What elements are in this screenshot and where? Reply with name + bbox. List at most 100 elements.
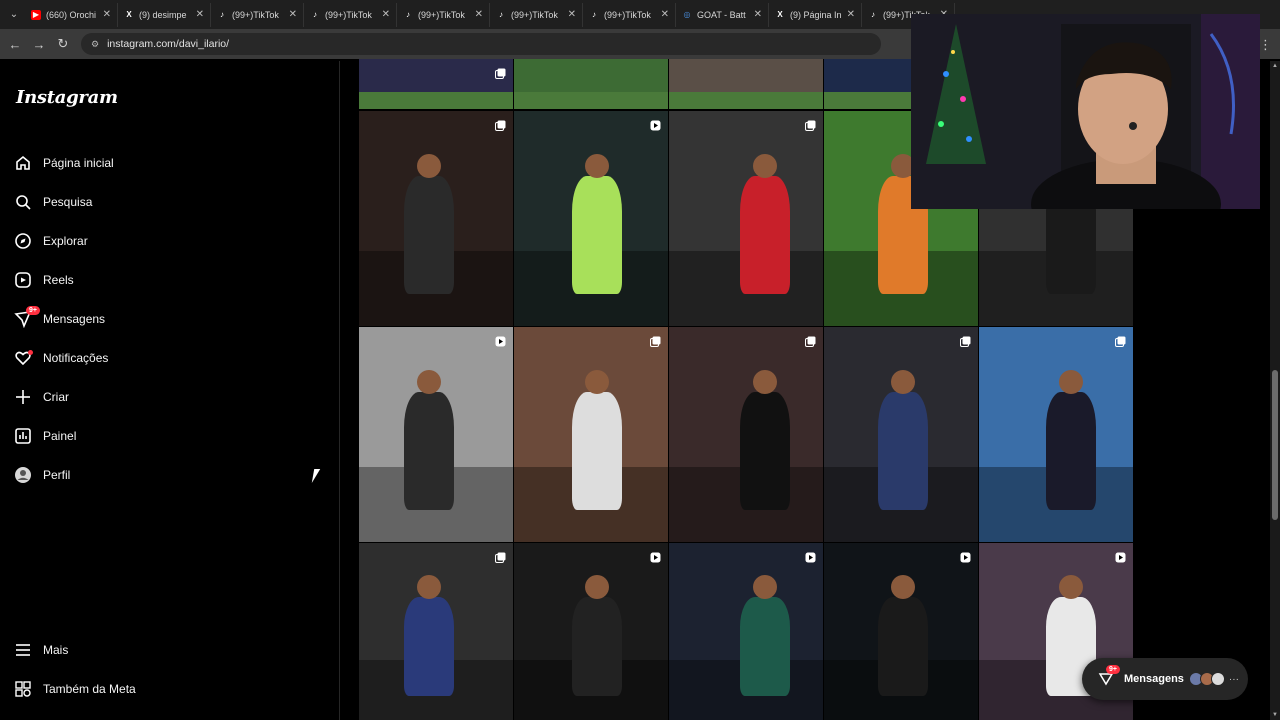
messages-avatars: [1188, 672, 1225, 686]
tab-title: (9) desimpe: [139, 9, 187, 20]
page-scrollbar[interactable]: ▲ ▼: [1270, 61, 1280, 720]
post-thumbnail[interactable]: [979, 327, 1133, 542]
tab-title: (99+)TikTok: [511, 9, 558, 20]
nav-label: Criar: [43, 390, 69, 404]
instagram-sidebar: Instagram Página inicial Pesquisa Explorar…: [0, 61, 340, 720]
browser-tab[interactable]: ♪ (99+)TikTok ✕: [490, 2, 583, 27]
tiktok-icon: ♪: [499, 10, 503, 19]
post-thumbnail[interactable]: [514, 59, 668, 109]
tab-title: (99+)TikTok: [604, 9, 651, 20]
nav-explore[interactable]: Explorar: [14, 229, 88, 253]
post-thumbnail[interactable]: [514, 543, 668, 720]
nav-profile[interactable]: Perfil: [14, 463, 70, 487]
tab-title: (660) Orochi: [46, 9, 97, 20]
site-info-icon[interactable]: ⚙: [91, 39, 99, 50]
carousel-icon: [805, 118, 816, 131]
nav-home[interactable]: Página inicial: [14, 151, 114, 175]
back-arrow-icon[interactable]: ←: [3, 37, 27, 52]
instagram-logo[interactable]: Instagram: [16, 87, 118, 108]
close-tab-icon[interactable]: ✕: [847, 9, 855, 20]
carousel-icon: [960, 334, 971, 347]
browser-tab[interactable]: ▶ (660) Orochi ✕: [25, 2, 118, 27]
post-thumbnail[interactable]: [359, 59, 513, 109]
reels-icon: [14, 271, 32, 289]
browser-tab[interactable]: ♪ (99+)TikTok ✕: [583, 2, 676, 27]
close-tab-icon[interactable]: ✕: [754, 9, 762, 20]
reel-icon: [1115, 550, 1126, 563]
carousel-icon: [650, 334, 661, 347]
post-thumbnail[interactable]: [669, 327, 823, 542]
scroll-down-icon[interactable]: ▼: [1272, 712, 1278, 718]
menu-icon: [14, 641, 32, 659]
browser-tab[interactable]: ♪ (99+)TikTok ✕: [304, 2, 397, 27]
tab-search-chevron-icon[interactable]: ⌄: [3, 5, 25, 25]
reload-icon[interactable]: ↻: [51, 36, 75, 52]
tab-title: GOAT - Batt: [697, 9, 746, 20]
nav-label: Também da Meta: [43, 682, 136, 696]
nav-search[interactable]: Pesquisa: [14, 190, 92, 214]
meta-icon: [14, 680, 32, 698]
nav-label: Mais: [43, 643, 69, 657]
tiktok-icon: ♪: [313, 10, 317, 19]
nav-create[interactable]: Criar: [14, 385, 69, 409]
scrollbar-thumb[interactable]: [1272, 370, 1278, 520]
nav-label: Perfil: [43, 468, 71, 482]
scroll-up-icon[interactable]: ▲: [1272, 63, 1278, 69]
post-thumbnail[interactable]: [669, 543, 823, 720]
post-thumbnail[interactable]: [824, 327, 978, 542]
nav-label: Pesquisa: [43, 195, 93, 209]
post-thumbnail[interactable]: [669, 111, 823, 326]
close-tab-icon[interactable]: ✕: [289, 9, 297, 20]
reel-icon: [650, 550, 661, 563]
messages-label: Mensagens: [1124, 673, 1184, 685]
close-tab-icon[interactable]: ✕: [196, 9, 204, 20]
nav-reels[interactable]: Reels: [14, 268, 74, 292]
tab-title: (99+)TikTok: [418, 9, 465, 20]
url-text: instagram.com/davi_ilario/: [107, 38, 230, 50]
post-thumbnail[interactable]: [514, 111, 668, 326]
more-dots-icon: ···: [1228, 673, 1239, 685]
nav-notifications[interactable]: Notificações: [14, 346, 108, 370]
post-thumbnail[interactable]: [669, 59, 823, 109]
reel-icon: [650, 118, 661, 131]
messages-floating-button[interactable]: 9+ Mensagens ···: [1082, 658, 1248, 700]
heart-icon: [14, 349, 33, 367]
close-tab-icon[interactable]: ✕: [475, 9, 483, 20]
nav-messages[interactable]: 9+ Mensagens: [14, 306, 106, 331]
browser-tab[interactable]: ♪ (99+)TikTok ✕: [211, 2, 304, 27]
browser-tab[interactable]: X (9) Página In ✕: [769, 2, 862, 27]
nav-label: Mensagens: [43, 312, 106, 326]
notification-dot: [28, 350, 33, 355]
close-tab-icon[interactable]: ✕: [103, 9, 111, 20]
nav-more[interactable]: Mais: [14, 638, 68, 662]
close-tab-icon[interactable]: ✕: [568, 9, 576, 20]
nav-also-from-meta[interactable]: Também da Meta: [14, 677, 136, 701]
url-field[interactable]: ⚙ instagram.com/davi_ilario/: [81, 33, 881, 55]
browser-menu-icon[interactable]: ⋮: [1259, 37, 1272, 53]
post-thumbnail[interactable]: [514, 327, 668, 542]
tab-title: (99+)TikTok: [232, 9, 279, 20]
webcam-image: [911, 14, 1260, 209]
post-thumbnail[interactable]: [359, 327, 513, 542]
browser-tab[interactable]: ◎ GOAT - Batt ✕: [676, 2, 769, 27]
tiktok-icon: ♪: [406, 10, 410, 19]
search-icon: [14, 193, 32, 211]
nav-dashboard[interactable]: Painel: [14, 424, 76, 448]
x-icon: X: [777, 10, 783, 19]
post-thumbnail[interactable]: [359, 111, 513, 326]
nav-label: Notificações: [43, 351, 109, 365]
browser-tab[interactable]: X (9) desimpe ✕: [118, 2, 211, 27]
post-thumbnail[interactable]: [824, 543, 978, 720]
avatar-icon: [14, 466, 32, 484]
tab-title: (9) Página In: [790, 9, 842, 20]
reel-icon: [960, 550, 971, 563]
x-icon: X: [126, 10, 132, 19]
carousel-icon: [805, 334, 816, 347]
close-tab-icon[interactable]: ✕: [382, 9, 390, 20]
carousel-icon: [495, 118, 506, 131]
forward-arrow-icon[interactable]: →: [27, 37, 51, 52]
browser-tab[interactable]: ♪ (99+)TikTok ✕: [397, 2, 490, 27]
carousel-icon: [495, 66, 506, 79]
post-thumbnail[interactable]: [359, 543, 513, 720]
close-tab-icon[interactable]: ✕: [661, 9, 669, 20]
